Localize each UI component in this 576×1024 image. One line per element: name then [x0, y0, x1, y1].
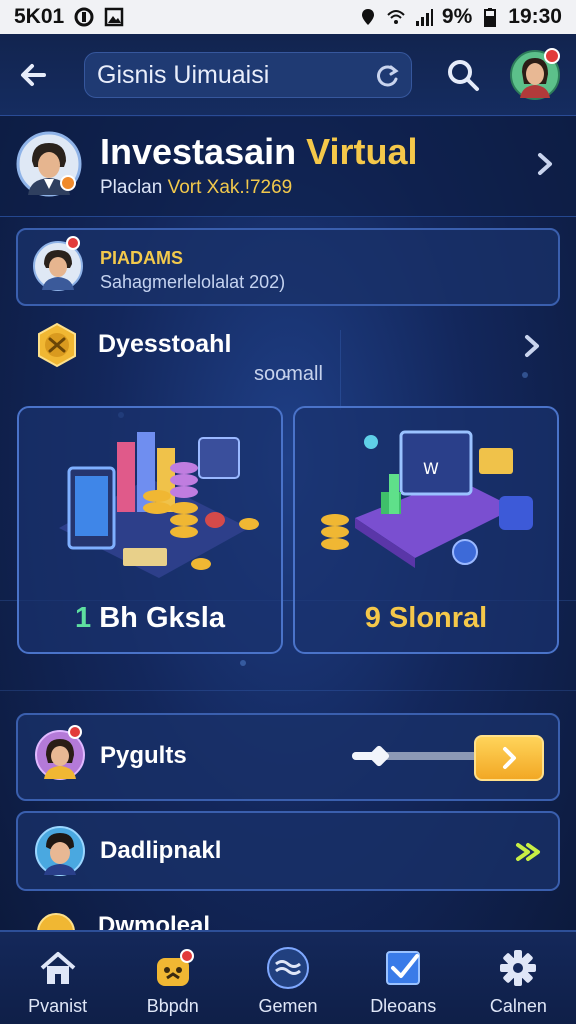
status-left-text: 5K01 [14, 5, 65, 28]
nav-label: Pvanist [28, 996, 88, 1016]
nav-item-center[interactable]: Gemen [230, 932, 345, 1024]
row-label: Dwmoleal [98, 912, 211, 930]
programs-subtitle: Sahagmerlelolalat 202) [100, 272, 286, 292]
finance-illustration [59, 432, 259, 578]
status-bar: 5K01 9% 19:30 [0, 0, 576, 34]
programs-label: PIADAMS [100, 248, 184, 268]
checkbox-icon [386, 951, 421, 985]
programs-card[interactable]: PIADAMS Sahagmerlelolalat 202) [16, 228, 560, 306]
page-title: Investasain Virtual [100, 131, 417, 173]
title-accent: Virtual [306, 131, 418, 172]
app-circle-icon [74, 7, 94, 27]
arrow-left-icon[interactable] [14, 54, 56, 96]
user-avatar[interactable] [510, 48, 560, 100]
gear-icon [500, 950, 537, 986]
coin-icon [37, 913, 75, 930]
profile-badge [60, 175, 76, 191]
chevron-right-icon[interactable] [530, 149, 560, 179]
row-avatar [34, 725, 86, 781]
profile-avatar [16, 131, 82, 197]
nav-label: Gemen [258, 996, 318, 1016]
title-main: Investasain [100, 131, 307, 172]
nav-label: Dleoans [370, 996, 437, 1016]
discovery-sub: soo̵mall [254, 363, 323, 385]
search-icon[interactable] [444, 56, 482, 94]
chevron-right-icon[interactable] [518, 332, 546, 360]
list-item[interactable]: Dadlipnakl [16, 811, 560, 891]
signal-icon [415, 9, 433, 26]
subtitle-prefix: Placlan [100, 177, 168, 198]
programs-avatar [32, 236, 84, 292]
avatar-image [35, 826, 85, 876]
chevron-right-icon [503, 747, 516, 769]
tile-text: Bh Gksla [91, 602, 225, 634]
nav-item-home[interactable]: Pvanist [0, 932, 115, 1024]
app-bar: Gisnis Uimuaisi [0, 34, 576, 116]
notification-badge [544, 48, 560, 64]
nav-label: Bbpdn [146, 996, 199, 1016]
row-avatar [34, 825, 86, 877]
profile-subtitle: Placlan Vort Xak.!7269 [100, 177, 292, 199]
battery-icon [484, 8, 497, 27]
tile-simulation-label: 9 Slonral [364, 602, 488, 634]
tile-simulation[interactable]: W 9 Slonral [293, 406, 559, 654]
background-dot [240, 660, 246, 666]
slider-handle[interactable] [367, 744, 391, 768]
discovery-row[interactable]: Dyesstoahl soo̵mall [0, 318, 576, 388]
svg-text:W: W [423, 459, 439, 478]
tile-portfolio-label: 1 Bh Gksla [19, 602, 281, 635]
bag-icon [156, 949, 194, 986]
notification-badge [68, 725, 82, 739]
location-icon [361, 9, 374, 25]
list-item[interactable]: Pygults [16, 713, 560, 801]
home-icon [40, 952, 75, 984]
go-button[interactable] [474, 735, 544, 781]
bottom-nav: Pvanist Bbpdn Gemen Dleoans Calnen [0, 930, 576, 1024]
image-icon [104, 7, 124, 27]
waves-icon [267, 947, 309, 989]
progress-slider[interactable] [352, 744, 488, 768]
laptop-illustration: W [321, 430, 533, 568]
arrow-right-icon[interactable] [512, 835, 546, 869]
refresh-icon[interactable] [375, 63, 401, 89]
status-time: 19:30 [508, 5, 562, 28]
search-input[interactable]: Gisnis Uimuaisi [84, 52, 412, 98]
search-input-value: Gisnis Uimuaisi [97, 60, 270, 89]
tile-portfolio[interactable]: 1 Bh Gksla [17, 406, 283, 654]
wifi-icon [387, 10, 405, 24]
coin-icon [38, 322, 76, 368]
row-label: Dadlipnakl [100, 837, 222, 864]
nav-label: Calnen [489, 996, 547, 1016]
profile-header[interactable]: Investasain Virtual Placlan Vort Xak.!72… [0, 117, 576, 217]
background-line [0, 690, 576, 691]
battery-percent: 9% [441, 5, 473, 28]
list-item-partial[interactable]: Dwmoleal [32, 906, 552, 930]
nav-item-bag[interactable]: Bbpdn [115, 932, 230, 1024]
nav-item-settings[interactable]: Calnen [461, 932, 576, 1024]
nav-item-checklist[interactable]: Dleoans [346, 932, 461, 1024]
tile-number: 1 [75, 602, 92, 634]
subtitle-value: Vort Xak.!7269 [167, 177, 293, 198]
discovery-label: Dyesstoahl [98, 330, 232, 358]
row-label: Pygults [100, 742, 187, 769]
notification-badge [66, 236, 80, 250]
